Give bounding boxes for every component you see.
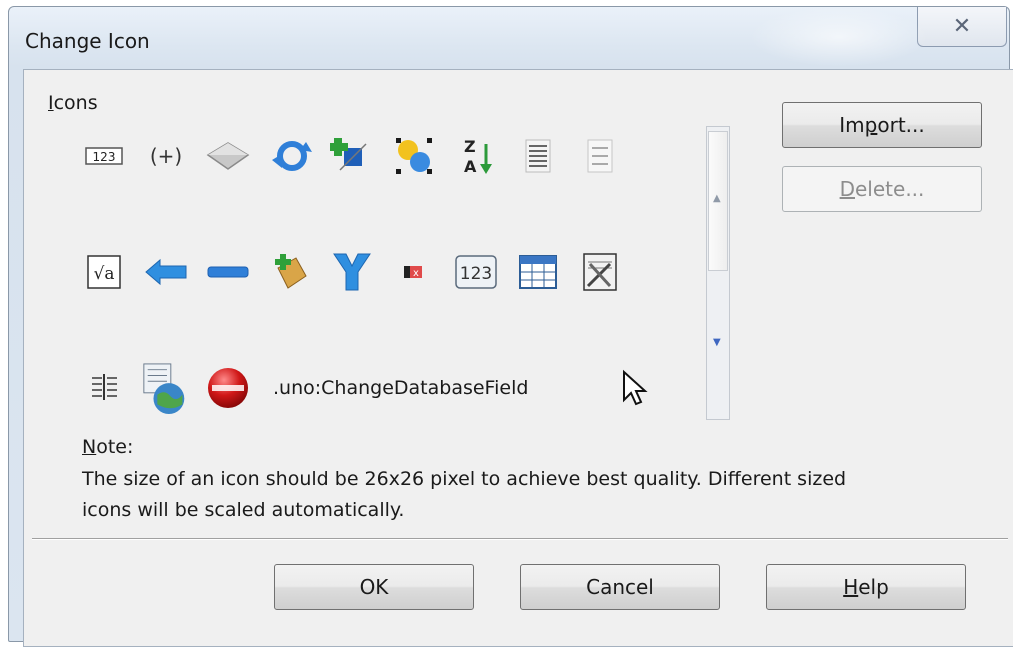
minus-shape-icon[interactable] xyxy=(202,246,254,298)
numbering-icon[interactable]: 123 xyxy=(78,130,130,182)
table-grid-icon[interactable] xyxy=(512,246,564,298)
scroll-up-icon[interactable]: ▲ xyxy=(713,193,721,204)
dialog-title: Change Icon xyxy=(25,29,150,53)
record-stop-icon[interactable] xyxy=(202,362,254,414)
icon-list-scrollbar[interactable]: ▲ ▼ xyxy=(706,126,730,420)
dialog-body: Icons 123 (+) Z A √a x 123 .uno:ChangeDa… xyxy=(23,69,1013,647)
settings-tools-icon[interactable] xyxy=(574,246,626,298)
sort-za-icon[interactable]: Z A xyxy=(450,130,502,182)
svg-text:x: x xyxy=(413,268,419,279)
database-globe-icon[interactable] xyxy=(140,362,192,414)
rotate-arrows-icon[interactable] xyxy=(264,130,316,182)
merge-icon[interactable] xyxy=(326,246,378,298)
close-button[interactable]: ✕ xyxy=(917,7,1007,47)
pointer-icon[interactable] xyxy=(608,362,660,414)
number-format-icon[interactable]: 123 xyxy=(450,246,502,298)
scroll-down-icon[interactable]: ▼ xyxy=(713,337,721,348)
svg-text:A: A xyxy=(464,157,477,176)
crop-add-icon[interactable] xyxy=(326,130,378,182)
delete-mark-icon[interactable]: x xyxy=(388,246,440,298)
change-icon-dialog: Change Icon ✕ Icons 123 (+) Z A √a x 123… xyxy=(8,6,1013,647)
change-database-field-item[interactable]: .uno:ChangeDatabaseField xyxy=(273,362,528,414)
note-title: Note: xyxy=(82,436,134,458)
svg-text:123: 123 xyxy=(93,150,116,164)
icons-group-label: Icons xyxy=(48,92,98,114)
tag-add-icon[interactable] xyxy=(264,246,316,298)
ok-button[interactable]: OK xyxy=(274,564,474,610)
svg-text:123: 123 xyxy=(460,264,492,284)
import-button[interactable]: Im p ort... xyxy=(782,102,982,148)
list-lines-icon[interactable] xyxy=(574,130,626,182)
formula-sqrt-icon[interactable]: √a xyxy=(78,246,130,298)
columns-icon[interactable] xyxy=(78,362,130,414)
button-separator xyxy=(32,538,1008,540)
svg-text:(+): (+) xyxy=(150,144,182,168)
cancel-button[interactable]: Cancel xyxy=(520,564,720,610)
select-points-icon[interactable] xyxy=(388,130,440,182)
svg-text:Z: Z xyxy=(464,137,476,156)
svg-text:√a: √a xyxy=(94,264,115,284)
left-arrow-shape-icon[interactable] xyxy=(140,246,192,298)
help-button[interactable]: Help xyxy=(766,564,966,610)
diamond-shape-icon[interactable] xyxy=(202,130,254,182)
close-icon: ✕ xyxy=(952,14,972,39)
icon-list: 123 (+) Z A √a x 123 .uno:ChangeDatabase… xyxy=(78,130,718,414)
note-text: The size of an icon should be 26x26 pixe… xyxy=(82,468,847,521)
bracket-field-icon[interactable]: (+) xyxy=(140,130,192,182)
delete-button[interactable]: Delete... xyxy=(782,166,982,212)
justify-lines-icon[interactable] xyxy=(512,130,564,182)
